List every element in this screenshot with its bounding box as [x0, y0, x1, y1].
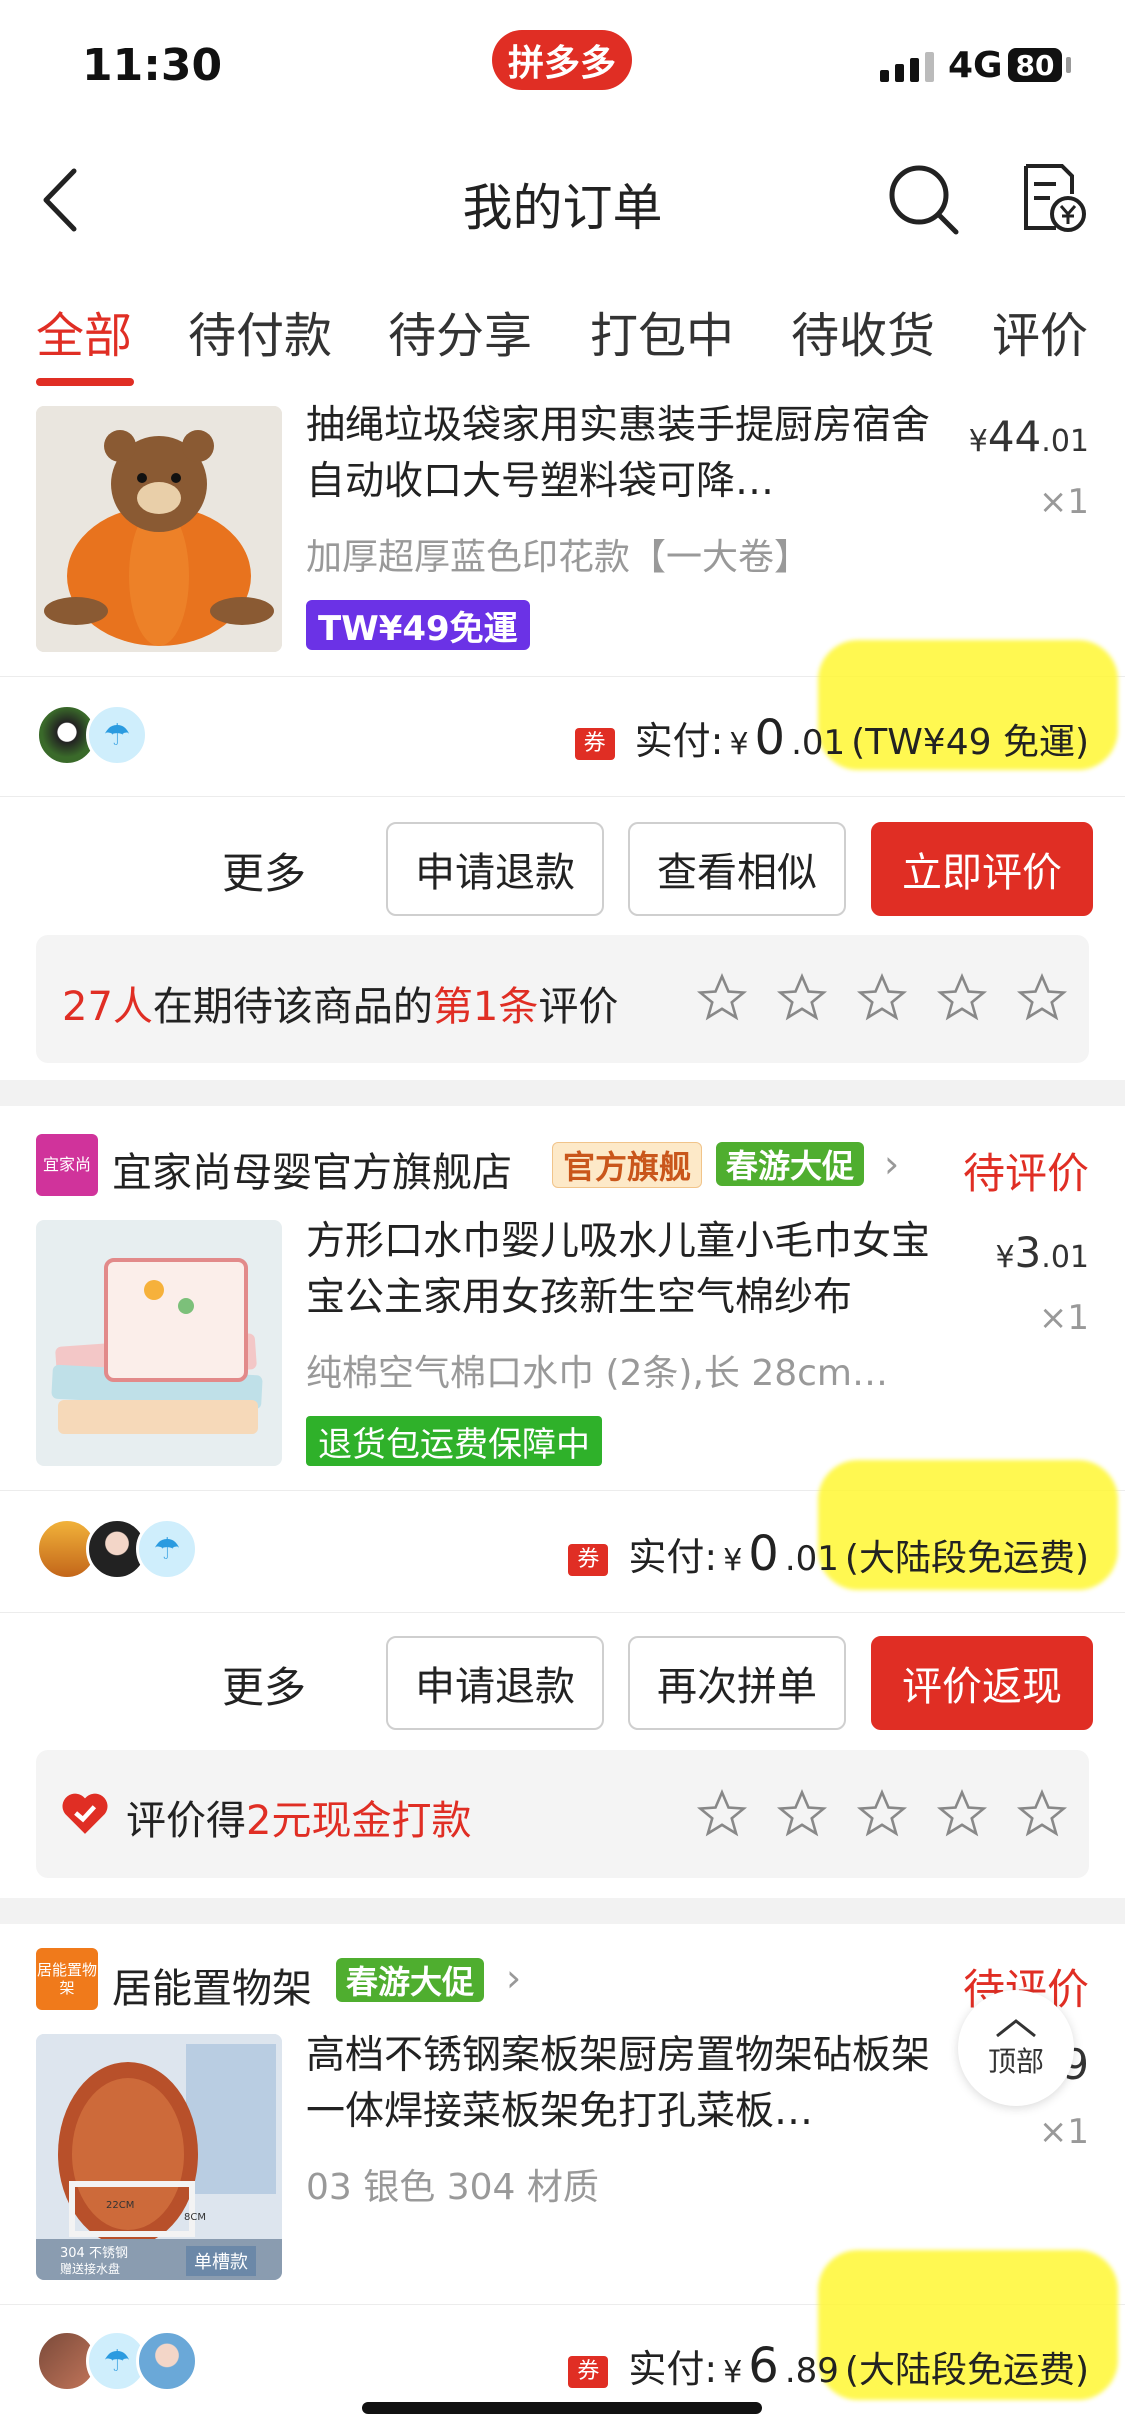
- shop-name[interactable]: 居能置物架: [112, 1956, 312, 2014]
- thumb-dimension: 8CM: [184, 2212, 206, 2223]
- star-rating[interactable]: [696, 972, 1068, 1024]
- star-icon[interactable]: [776, 1788, 828, 1840]
- tab-pending-receipt[interactable]: 待收货: [791, 296, 935, 366]
- tab-packing[interactable]: 打包中: [590, 296, 734, 366]
- avatar: [136, 2330, 198, 2392]
- refund-button[interactable]: 申请退款: [386, 822, 604, 916]
- spring-sale-badge: 春游大促: [336, 1958, 485, 2002]
- back-to-top-label: 顶部: [987, 2045, 1044, 2078]
- shop-name[interactable]: 宜家尚母婴官方旗舰店: [112, 1140, 512, 1198]
- product-title[interactable]: 抽绳垃圾袋家用实惠装手提厨房宿舍自动收口大号塑料袋可降…: [306, 398, 946, 510]
- thumb-badge: 单槽款: [186, 2246, 256, 2276]
- avatar-umbrella-icon: ☂: [86, 704, 148, 766]
- group-avatars: ☂: [36, 1518, 198, 1580]
- divider: [0, 1612, 1125, 1613]
- product-title[interactable]: 方形口水巾婴儿吸水儿童小毛巾女宝宝公主家用女孩新生空气棉纱布: [306, 1214, 946, 1326]
- product-title[interactable]: 高档不锈钢案板架厨房置物架砧板架一体焊接菜板架免打孔菜板…: [306, 2028, 946, 2140]
- more-button[interactable]: 更多: [222, 1654, 306, 1715]
- product-qty: ×1: [1038, 482, 1089, 522]
- heart-icon: [60, 1790, 110, 1840]
- star-icon[interactable]: [776, 972, 828, 1024]
- product-price: ¥44.01: [968, 412, 1089, 461]
- product-price: ¥3.01: [995, 1228, 1089, 1277]
- review-prompt-text: 27人在期待该商品的第1条评价: [62, 984, 619, 1030]
- tab-underline: [36, 378, 134, 386]
- coupon-icon: 券: [574, 728, 615, 760]
- group-avatars: ☂: [36, 704, 148, 766]
- product-sku: 纯棉空气棉口水巾 (2条),长 28cm…: [306, 1353, 888, 1394]
- star-icon[interactable]: [1016, 1788, 1068, 1840]
- product-sku: 03 银色 304 材质: [306, 2167, 599, 2208]
- order-tabs: [0, 263, 1125, 388]
- thumb-dimension: 22CM: [106, 2200, 135, 2211]
- return-shipping-tag: 退货包运费保障中: [306, 1416, 602, 1466]
- star-icon[interactable]: [936, 972, 988, 1024]
- battery-icon: 80: [1008, 48, 1062, 82]
- home-indicator: [362, 2402, 762, 2414]
- product-image[interactable]: [36, 1220, 282, 1466]
- product-image[interactable]: 304 不锈钢 赠送接水盘 单槽款 22CM 8CM: [36, 2034, 282, 2280]
- official-flagship-badge: 官方旗舰: [552, 1142, 703, 1188]
- thumb-caption: 赠送接水盘: [60, 2262, 121, 2276]
- product-qty: ×1: [1038, 2112, 1089, 2152]
- tab-all[interactable]: 全部: [36, 296, 132, 366]
- star-icon[interactable]: [1016, 972, 1068, 1024]
- free-shipping-tag: TW¥49免運: [306, 600, 530, 650]
- app-badge: 拼多多: [492, 30, 632, 90]
- star-icon[interactable]: [856, 972, 908, 1024]
- network-label: 4G: [948, 45, 1003, 86]
- star-icon[interactable]: [856, 1788, 908, 1840]
- star-icon[interactable]: [696, 1788, 748, 1840]
- chevron-right-icon[interactable]: ›: [884, 1142, 899, 1186]
- battery-tip: [1066, 57, 1071, 73]
- order-status: 待评价: [962, 1149, 1089, 1198]
- review-now-button[interactable]: 立即评价: [871, 822, 1093, 916]
- product-image[interactable]: [36, 406, 282, 652]
- signal-icon: [880, 52, 934, 82]
- paid-amount: 券 实付: ¥0.01 (大陆段免运费): [568, 1526, 1089, 1582]
- coupon-icon: 券: [568, 1544, 609, 1576]
- bill-icon[interactable]: [1018, 160, 1088, 240]
- tab-pending-payment[interactable]: 待付款: [188, 296, 332, 366]
- star-icon[interactable]: [696, 972, 748, 1024]
- shop-logo[interactable]: 宜家尚: [36, 1134, 98, 1196]
- shop-logo[interactable]: 居能置物架: [36, 1948, 98, 2010]
- search-icon[interactable]: [886, 162, 962, 242]
- more-button[interactable]: 更多: [222, 840, 306, 901]
- back-to-top-button[interactable]: 顶部: [958, 1990, 1074, 2106]
- paid-amount: 券 实付: ¥6.89 (大陆段免运费): [568, 2338, 1089, 2394]
- view-similar-button[interactable]: 查看相似: [628, 822, 846, 916]
- thumb-caption: 304 不锈钢: [60, 2246, 128, 2261]
- product-qty: ×1: [1038, 1298, 1089, 1338]
- divider: [0, 796, 1125, 797]
- spring-sale-badge: 春游大促: [716, 1142, 865, 1186]
- review-cashback-button[interactable]: 评价返现: [871, 1636, 1093, 1730]
- star-rating[interactable]: [696, 1788, 1068, 1840]
- coupon-icon: 券: [568, 2356, 609, 2388]
- chevron-right-icon[interactable]: ›: [506, 1956, 521, 2000]
- tab-pending-share[interactable]: 待分享: [388, 296, 532, 366]
- product-sku: 加厚超厚蓝色印花款【一大卷】: [306, 537, 811, 578]
- review-reward-text: 评价得2元现金打款: [126, 1798, 472, 1844]
- paid-amount: 券 实付: ¥0.01 (TW¥49 免運): [574, 710, 1089, 766]
- chevron-up-icon: [996, 2019, 1036, 2038]
- star-icon[interactable]: [936, 1788, 988, 1840]
- refund-button[interactable]: 申请退款: [386, 1636, 604, 1730]
- group-avatars: ☂: [36, 2330, 198, 2392]
- tab-review[interactable]: 评价: [992, 296, 1088, 366]
- status-time: 11:30: [82, 40, 223, 91]
- avatar-umbrella-icon: ☂: [136, 1518, 198, 1580]
- reorder-button[interactable]: 再次拼单: [628, 1636, 846, 1730]
